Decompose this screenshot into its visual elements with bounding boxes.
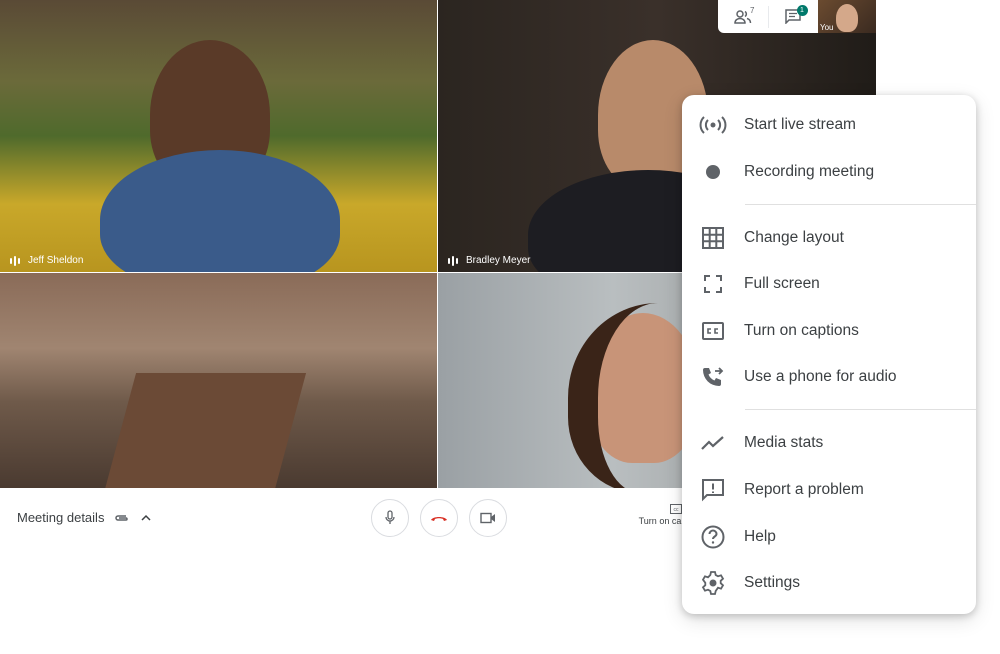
live-stream-icon	[699, 116, 727, 134]
help-icon	[701, 525, 725, 549]
report-problem-icon	[702, 479, 724, 502]
menu-item-label: Start live stream	[744, 116, 856, 133]
menu-item-label: Recording meeting	[744, 163, 875, 180]
menu-item-start-live-stream[interactable]: Start live stream	[682, 105, 976, 145]
menu-item-label: Settings	[744, 574, 801, 591]
captions-icon: cc	[670, 504, 682, 514]
top-toolbar: 7 1	[718, 0, 818, 33]
meeting-details-label: Meeting details	[17, 510, 105, 525]
microphone-icon	[385, 510, 395, 524]
menu-item-label: Full screen	[744, 275, 820, 292]
fullscreen-icon	[704, 275, 722, 293]
grid-layout-icon	[702, 227, 724, 249]
video-tile[interactable]: Jeff Sheldon	[0, 0, 437, 272]
people-count: 7	[750, 6, 755, 15]
audio-level-icon	[448, 255, 458, 266]
chat-button[interactable]: 1	[769, 0, 819, 33]
chevron-up-icon	[141, 514, 151, 521]
menu-item-turn-on-captions[interactable]: Turn on captions	[682, 311, 976, 351]
attachment-icon	[115, 514, 129, 521]
chat-badge: 1	[796, 5, 808, 16]
menu-item-settings[interactable]: Settings	[682, 563, 976, 603]
menu-item-label: Media stats	[744, 434, 824, 451]
captions-button[interactable]: cc Turn on ca	[638, 504, 682, 526]
conference-table	[103, 373, 307, 488]
participant-name: Jeff Sheldon	[28, 255, 84, 266]
menu-divider	[745, 204, 976, 205]
settings-icon	[701, 571, 725, 595]
captions-label: Turn on ca	[638, 516, 682, 526]
menu-item-label: Report a problem	[744, 481, 864, 498]
media-stats-icon	[701, 436, 724, 450]
hang-up-button[interactable]	[420, 499, 458, 537]
menu-item-label: Use a phone for audio	[744, 368, 897, 385]
more-options-menu: Start live stream Recording meeting Chan…	[682, 95, 976, 614]
menu-item-full-screen[interactable]: Full screen	[682, 264, 976, 304]
video-tile[interactable]	[0, 273, 437, 488]
menu-item-recording-meeting[interactable]: Recording meeting	[682, 152, 976, 192]
menu-item-use-phone-audio[interactable]: Use a phone for audio	[682, 357, 976, 397]
record-icon	[706, 165, 720, 179]
svg-text:cc: cc	[674, 507, 680, 513]
self-view[interactable]: You	[818, 0, 876, 33]
menu-item-label: Change layout	[744, 229, 844, 246]
self-label: You	[820, 23, 834, 32]
camera-icon	[480, 512, 495, 524]
phone-audio-icon	[703, 367, 724, 386]
participant-name: Bradley Meyer	[466, 255, 531, 266]
menu-divider	[745, 409, 976, 410]
menu-item-change-layout[interactable]: Change layout	[682, 218, 976, 258]
menu-item-help[interactable]: Help	[682, 517, 976, 557]
menu-item-label: Help	[744, 528, 776, 545]
captions-icon	[702, 322, 724, 340]
audio-level-icon	[10, 255, 20, 266]
people-button[interactable]: 7	[718, 0, 768, 33]
microphone-button[interactable]	[371, 499, 409, 537]
meeting-details-button[interactable]: Meeting details	[17, 510, 152, 525]
menu-item-report-problem[interactable]: Report a problem	[682, 470, 976, 510]
menu-item-media-stats[interactable]: Media stats	[682, 423, 976, 463]
menu-item-label: Turn on captions	[744, 322, 859, 339]
hang-up-icon	[431, 517, 447, 521]
camera-button[interactable]	[469, 499, 507, 537]
